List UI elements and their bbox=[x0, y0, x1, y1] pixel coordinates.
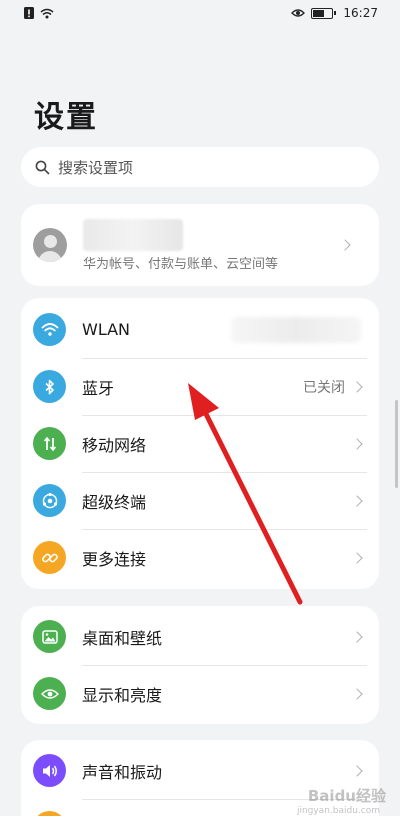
settings-item-super-device[interactable]: 超级终端 bbox=[21, 472, 379, 529]
settings-item-label: 显示和亮度 bbox=[82, 685, 163, 705]
link-icon bbox=[33, 541, 66, 574]
account-row[interactable]: 华为帐号、付款与账单、云空间等 bbox=[21, 204, 379, 286]
mobile-data-icon bbox=[33, 427, 66, 460]
chevron-right-icon bbox=[351, 494, 363, 507]
chevron-right-icon bbox=[351, 630, 363, 643]
chevron-right-icon bbox=[351, 551, 363, 564]
chevron-right-icon bbox=[351, 687, 363, 700]
search-input[interactable]: 搜索设置项 bbox=[21, 147, 379, 187]
status-time: 16:27 bbox=[343, 6, 378, 20]
notification-icon bbox=[33, 811, 66, 816]
account-name-redacted bbox=[83, 218, 183, 251]
settings-item-more-connections[interactable]: 更多连接 bbox=[21, 529, 379, 586]
scrollbar[interactable] bbox=[395, 400, 398, 488]
wifi-icon bbox=[33, 313, 66, 346]
wallpaper-icon bbox=[33, 620, 66, 653]
avatar bbox=[33, 228, 67, 262]
status-left bbox=[24, 7, 54, 19]
watermark: Baidu经验 bbox=[307, 787, 386, 805]
account-subtitle: 华为帐号、付款与账单、云空间等 bbox=[83, 256, 279, 272]
account-info: 华为帐号、付款与账单、云空间等 bbox=[83, 218, 341, 272]
wlan-name-redacted bbox=[231, 317, 361, 343]
settings-item-label: 声音和振动 bbox=[82, 762, 163, 782]
bluetooth-icon bbox=[33, 370, 66, 403]
page-title: 设置 bbox=[34, 100, 98, 135]
settings-item-bluetooth[interactable]: 蓝牙 已关闭 bbox=[21, 358, 379, 415]
search-icon bbox=[35, 160, 50, 174]
chevron-right-icon bbox=[351, 764, 363, 777]
chevron-right-icon bbox=[351, 437, 363, 450]
settings-item-label: 桌面和壁纸 bbox=[82, 628, 163, 648]
settings-item-mobile-network[interactable]: 移动网络 bbox=[21, 415, 379, 472]
battery-icon bbox=[311, 7, 337, 19]
chevron-right-icon bbox=[351, 380, 363, 393]
chevron-right-icon bbox=[339, 239, 351, 251]
eye-icon bbox=[33, 677, 66, 710]
settings-item-wallpaper[interactable]: 桌面和壁纸 bbox=[21, 608, 379, 665]
status-right: 16:27 bbox=[291, 6, 378, 20]
speaker-icon bbox=[33, 754, 66, 787]
settings-item-display-brightness[interactable]: 显示和亮度 bbox=[21, 665, 379, 722]
settings-item-label: 移动网络 bbox=[82, 435, 147, 455]
super-device-icon bbox=[33, 484, 66, 517]
search-placeholder: 搜索设置项 bbox=[58, 158, 134, 177]
settings-item-label: 蓝牙 bbox=[82, 378, 115, 398]
eye-icon bbox=[291, 9, 306, 17]
watermark-url: jingyan.baidu.com bbox=[296, 806, 380, 816]
bluetooth-status: 已关闭 bbox=[303, 379, 345, 396]
wifi-icon bbox=[40, 8, 54, 18]
connectivity-card: WLAN 蓝牙 已关闭 移动网络 超级终端 更多连接 bbox=[21, 298, 379, 589]
display-card: 桌面和壁纸 显示和亮度 bbox=[21, 606, 379, 724]
settings-item-label: 超级终端 bbox=[82, 492, 147, 512]
account-card[interactable]: 华为帐号、付款与账单、云空间等 bbox=[21, 204, 379, 286]
settings-item-wlan[interactable]: WLAN bbox=[21, 301, 379, 358]
settings-item-label: 更多连接 bbox=[82, 549, 147, 569]
status-bar: 16:27 bbox=[0, 0, 400, 26]
alert-icon bbox=[24, 7, 34, 19]
